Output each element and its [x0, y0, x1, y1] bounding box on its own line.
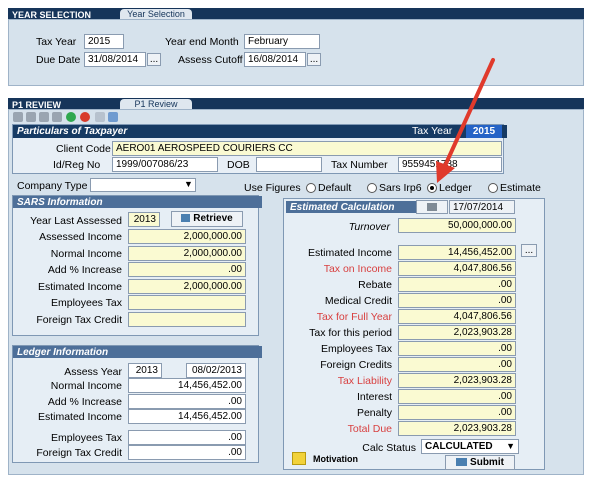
annotation-arrow	[436, 58, 495, 183]
